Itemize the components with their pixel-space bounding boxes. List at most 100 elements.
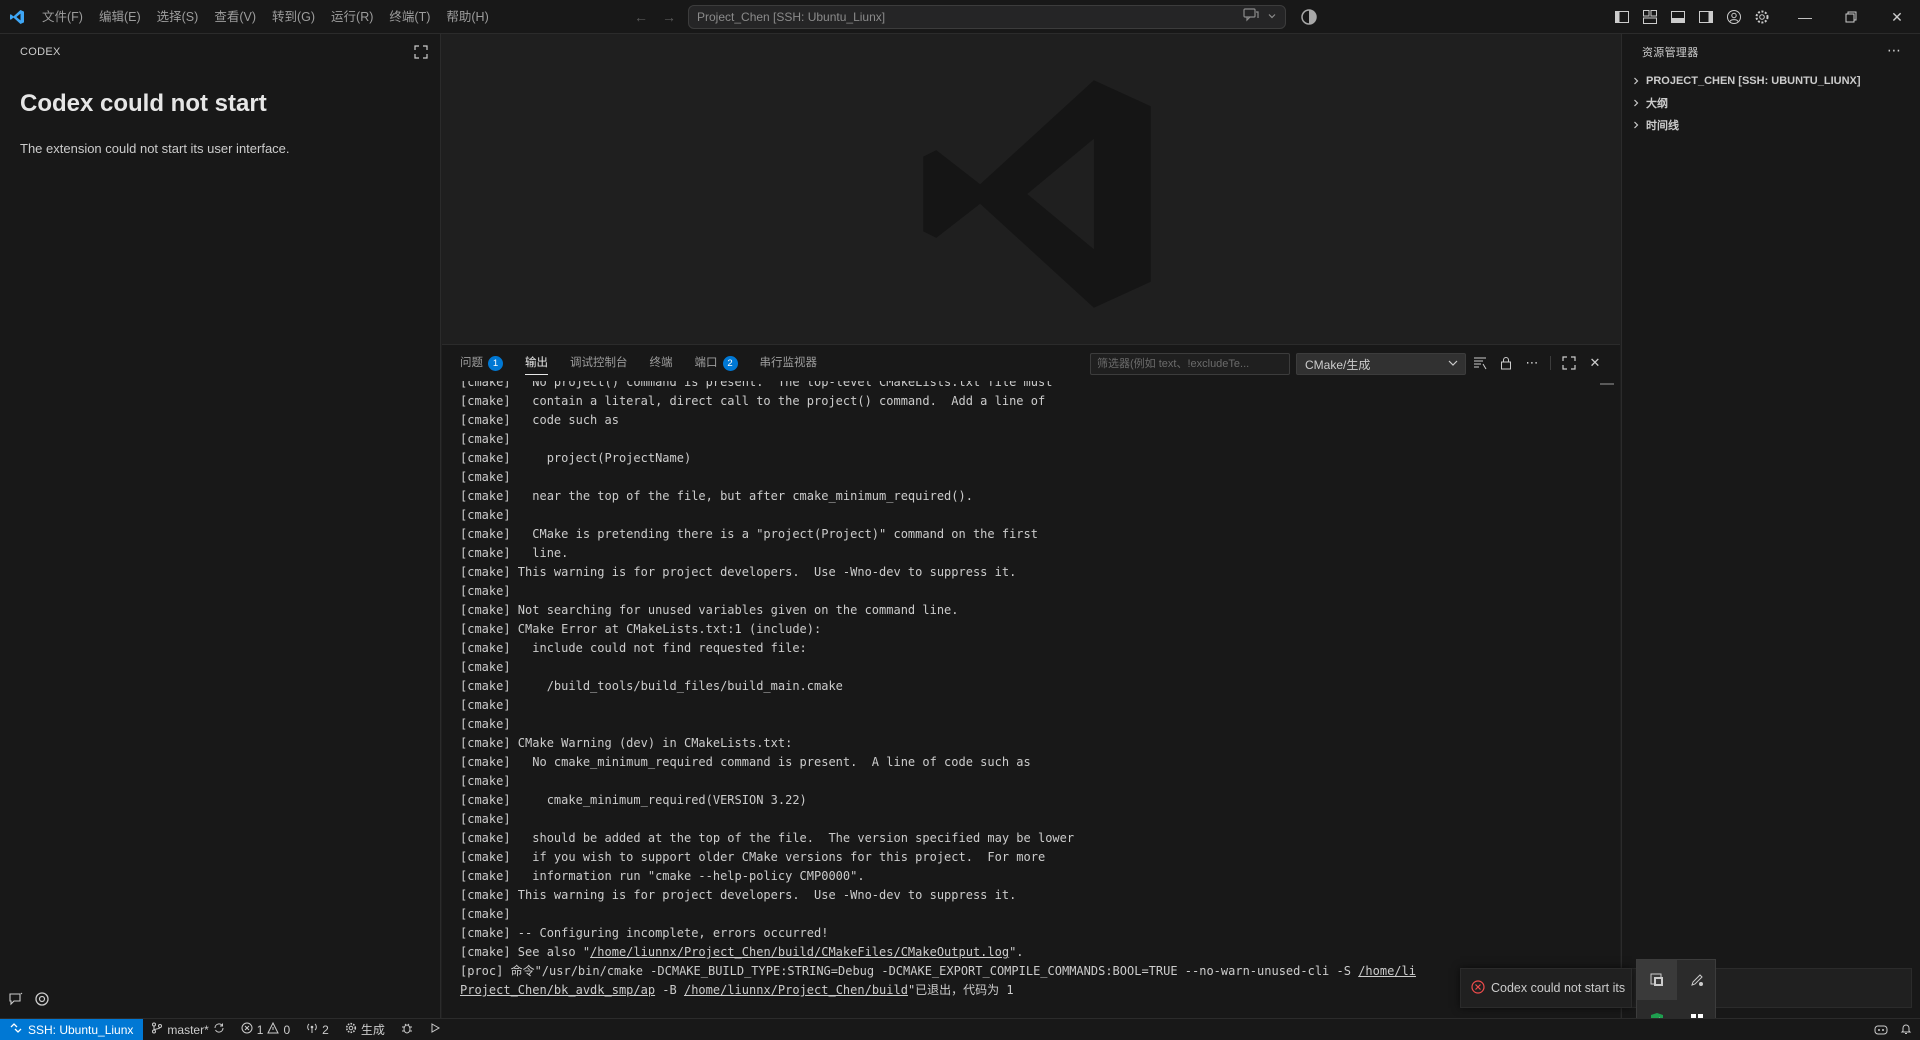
- close-panel-icon[interactable]: ✕: [1587, 355, 1603, 371]
- output-line: [cmake]: [460, 774, 511, 788]
- file-link[interactable]: /home/liunnx/Project_Chen/build/CMakeFil…: [590, 945, 1009, 959]
- chat-icon[interactable]: [1243, 8, 1259, 25]
- warning-count: 0: [283, 1022, 291, 1037]
- menu-go[interactable]: 转到(G): [264, 0, 323, 34]
- menu-view[interactable]: 查看(V): [206, 0, 264, 34]
- menu-file[interactable]: 文件(F): [34, 0, 91, 34]
- output-line: [cmake]: [460, 698, 511, 712]
- cmake-build-status[interactable]: 生成: [337, 1019, 393, 1040]
- command-center[interactable]: Project_Chen [SSH: Ubuntu_Liunx]: [688, 5, 1286, 29]
- tab-ports[interactable]: 端口 2: [695, 345, 738, 381]
- menu-help[interactable]: 帮助(H): [438, 0, 496, 34]
- restore-icon[interactable]: [1828, 0, 1874, 34]
- toggle-primary-sidebar-icon[interactable]: [1614, 9, 1630, 25]
- tab-terminal[interactable]: 终端: [650, 345, 673, 381]
- toggle-panel-icon[interactable]: [1670, 9, 1686, 25]
- output-line: [cmake] This warning is for project deve…: [460, 565, 1017, 579]
- file-link[interactable]: Project_Chen/bk_avdk_smp/ap: [460, 983, 655, 997]
- back-arrow-icon[interactable]: ←: [634, 9, 648, 25]
- git-branch-item[interactable]: master*: [143, 1019, 232, 1040]
- git-branch-icon: [151, 1022, 163, 1037]
- lock-scroll-icon[interactable]: [1498, 355, 1514, 371]
- toolbar-divider: [1550, 356, 1551, 370]
- remote-indicator[interactable]: SSH: Ubuntu_Liunx: [0, 1018, 144, 1040]
- menu-selection[interactable]: 选择(S): [149, 0, 207, 34]
- maximize-panel-icon[interactable]: [1561, 355, 1577, 371]
- tab-debug-console[interactable]: 调试控制台: [570, 345, 628, 381]
- output-text: ".: [1009, 945, 1024, 959]
- feedback-icon[interactable]: [8, 991, 24, 1010]
- output-channel-select[interactable]: CMake/生成: [1296, 353, 1466, 375]
- output-filter-input[interactable]: [1090, 353, 1290, 375]
- copilot-icon[interactable]: [1300, 8, 1318, 26]
- close-window-icon[interactable]: ✕: [1874, 0, 1920, 34]
- command-center-label: Project_Chen [SSH: Ubuntu_Liunx]: [697, 10, 886, 24]
- notifications-bell-icon[interactable]: [1900, 1023, 1912, 1038]
- window-controls: — ✕: [1782, 0, 1920, 34]
- menu-edit[interactable]: 编辑(E): [91, 0, 149, 34]
- tab-label: 问题: [460, 357, 483, 369]
- sync-icon[interactable]: [213, 1022, 225, 1037]
- problems-status[interactable]: 1 0: [233, 1019, 298, 1040]
- output-line: [cmake] CMake is pretending there is a "…: [460, 527, 1038, 541]
- git-branch-label: master*: [167, 1022, 209, 1037]
- file-link[interactable]: /home/li: [1358, 964, 1416, 978]
- warning-status-icon: [267, 1021, 280, 1037]
- menu-run[interactable]: 运行(R): [323, 0, 381, 34]
- tray-pen-icon[interactable]: [1677, 960, 1717, 1000]
- section-label: PROJECT_CHEN [SSH: UBUNTU_LIUNX]: [1646, 75, 1861, 87]
- minimize-icon[interactable]: —: [1782, 0, 1828, 34]
- forward-arrow-icon[interactable]: →: [662, 9, 676, 25]
- account-icon[interactable]: [1726, 9, 1742, 25]
- debug-status[interactable]: [393, 1019, 421, 1040]
- ports-status[interactable]: 2: [298, 1019, 337, 1040]
- output-line: [cmake] /build_tools/build_files/build_m…: [460, 679, 843, 693]
- section-project[interactable]: PROJECT_CHEN [SSH: UBUNTU_LIUNX]: [1622, 70, 1920, 92]
- tab-output[interactable]: 输出: [525, 345, 548, 381]
- output-line: [cmake] CMake Warning (dev) in CMakeList…: [460, 736, 793, 750]
- codex-panel-header: CODEX: [20, 46, 61, 58]
- output-view[interactable]: [cmake] No project() command is present.…: [460, 381, 1600, 1017]
- build-label: 生成: [360, 1023, 385, 1037]
- broadcast-icon: [306, 1022, 318, 1037]
- more-actions-icon[interactable]: ⋯: [1887, 42, 1902, 59]
- clear-output-icon[interactable]: [1472, 355, 1488, 371]
- output-line: [cmake]: [460, 432, 511, 446]
- bug-icon: [401, 1022, 413, 1037]
- settings-gear-icon[interactable]: [1754, 9, 1770, 25]
- openai-icon[interactable]: [34, 991, 50, 1010]
- notification-text: Codex could not start its: [1491, 981, 1626, 995]
- file-link[interactable]: /home/liunnx/Project_Chen/build: [684, 983, 908, 997]
- remote-icon: [10, 1022, 22, 1037]
- scrollbar-thumb[interactable]: [1600, 383, 1614, 385]
- gear-icon: [345, 1022, 357, 1037]
- tab-label: 输出: [525, 357, 548, 369]
- error-notification[interactable]: Codex could not start its: [1460, 968, 1632, 1008]
- status-bar-right: [1874, 1019, 1912, 1040]
- customize-layout-icon[interactable]: [1642, 9, 1658, 25]
- run-status[interactable]: [421, 1019, 449, 1040]
- codex-bottom-toolbar: [8, 991, 50, 1010]
- copilot-status-icon[interactable]: [1874, 1023, 1888, 1038]
- menu-bar: 文件(F) 编辑(E) 选择(S) 查看(V) 转到(G) 运行(R) 终端(T…: [34, 0, 497, 34]
- menu-terminal[interactable]: 终端(T): [381, 0, 438, 34]
- codex-sidebar: CODEX Codex could not start The extensio…: [0, 34, 441, 1018]
- output-line: [cmake] CMake Error at CMakeLists.txt:1 …: [460, 622, 822, 636]
- output-line: [cmake] No project() command is present.…: [460, 381, 1053, 389]
- output-line: [cmake] include could not find requested…: [460, 641, 807, 655]
- section-timeline[interactable]: 时间线: [1622, 114, 1920, 136]
- ports-count-badge: 2: [722, 355, 738, 371]
- toggle-secondary-sidebar-icon[interactable]: [1698, 9, 1714, 25]
- section-outline[interactable]: 大纲: [1622, 92, 1920, 114]
- tab-serial-monitor[interactable]: 串行监视器: [760, 345, 818, 381]
- chevron-down-icon[interactable]: [1267, 10, 1277, 24]
- output-line: [cmake] code such as: [460, 413, 619, 427]
- maximize-icon[interactable]: [414, 45, 428, 59]
- tab-problems[interactable]: 问题 1: [460, 345, 503, 381]
- output-line: [cmake] cmake_minimum_required(VERSION 3…: [460, 793, 807, 807]
- chevron-right-icon: [1630, 119, 1642, 131]
- output-line: [cmake] Not searching for unused variabl…: [460, 603, 959, 617]
- output-line: [cmake]: [460, 717, 511, 731]
- tray-app-icon[interactable]: [1637, 960, 1677, 1000]
- more-actions-icon[interactable]: ⋯: [1524, 355, 1540, 371]
